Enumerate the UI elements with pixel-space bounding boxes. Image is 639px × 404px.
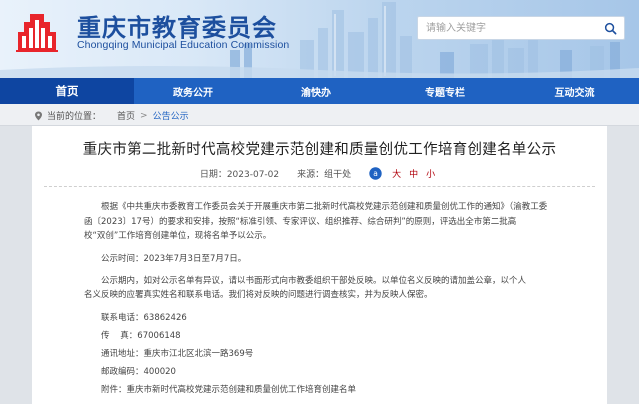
postal-code: 邮政编码：400020	[101, 366, 176, 377]
body-line: 校“双创”工作培育创建单位，现将名单予以公示。	[84, 231, 272, 241]
nav-item-home[interactable]: 首页	[0, 78, 134, 104]
site-subtitle: Chongqing Municipal Education Commission	[77, 39, 290, 51]
body-line: 名义反映的应署真实姓名和联系电话。我们将对反映的问题进行调查核实，并为反映人保密…	[84, 290, 433, 300]
publicity-period: 公示时间：2023年7月3日至7月7日。	[101, 253, 247, 264]
contact-fax: 传 真：67006148	[101, 330, 181, 341]
search-button[interactable]	[596, 17, 624, 39]
article-meta: 日期：2023-07-02 来源：组干处 a 大 中 小	[32, 164, 607, 182]
contact-phone: 联系电话：63862426	[101, 312, 187, 323]
article-date: 日期：2023-07-02	[199, 169, 280, 180]
search-box	[417, 16, 625, 40]
body-line: 函〔2023〕17号）的要求和安排，按照“标准引领、专家评议、组织推荐、综合研判…	[84, 216, 517, 227]
article-source: 来源：组干处	[297, 169, 352, 180]
breadcrumb: 当前的位置： 首页 > 公告公示	[34, 109, 189, 122]
location-pin-icon	[35, 111, 42, 120]
contact-address: 通讯地址：重庆市江北区北滨一路369号	[101, 348, 254, 359]
education-commission-logo-icon	[16, 14, 58, 52]
breadcrumb-label: 当前的位置：	[47, 112, 102, 122]
svg-text:a: a	[373, 169, 378, 178]
nav-item-interaction[interactable]: 互动交流	[510, 78, 639, 104]
font-size-icon: a	[369, 166, 382, 180]
breadcrumb-bar: 当前的位置： 首页 > 公告公示	[0, 104, 639, 126]
article-body: 根据《中共重庆市委教育工作委员会关于开展重庆市第二批新时代高校党建示范创建和质量…	[84, 200, 556, 399]
attachment-link[interactable]: 附件：重庆市新时代高校党建示范创建和质量创优工作培育创建名单	[84, 381, 556, 399]
search-input[interactable]	[418, 17, 596, 39]
title-divider	[44, 186, 595, 187]
nav-item-gov-affairs[interactable]: 政务公开	[134, 78, 252, 104]
nav-item-special-topics[interactable]: 专题专栏	[380, 78, 510, 104]
header-banner: 重庆市教育委员会 Chongqing Municipal Education C…	[0, 0, 639, 78]
font-size-large-button[interactable]: 大	[392, 167, 401, 180]
nav-item-yukuaiban[interactable]: 渝快办	[252, 78, 380, 104]
body-line: 根据《中共重庆市委教育工作委员会关于开展重庆市第二批新时代高校党建示范创建和质量…	[101, 202, 548, 212]
breadcrumb-current-link[interactable]: 公告公示	[153, 109, 189, 122]
breadcrumb-home-link[interactable]: 首页	[117, 109, 135, 122]
body-line: 公示期内，如对公示名单有异议，请以书面形式向市教委组织干部处反映。以单位名义反映…	[101, 275, 527, 286]
main-nav: 首页 政务公开 渝快办 专题专栏 互动交流	[0, 78, 639, 104]
article-title: 重庆市第二批新时代高校党建示范创建和质量创优工作培育创建名单公示	[82, 142, 557, 158]
site-title[interactable]: 重庆市教育委员会	[77, 8, 277, 43]
font-size-small-button[interactable]: 小	[426, 167, 435, 180]
font-size-medium-button[interactable]: 中	[409, 167, 418, 180]
article-panel: 重庆市第二批新时代高校党建示范创建和质量创优工作培育创建名单公示 日期：2023…	[32, 126, 607, 404]
breadcrumb-separator: >	[140, 110, 148, 121]
search-icon	[604, 22, 616, 34]
